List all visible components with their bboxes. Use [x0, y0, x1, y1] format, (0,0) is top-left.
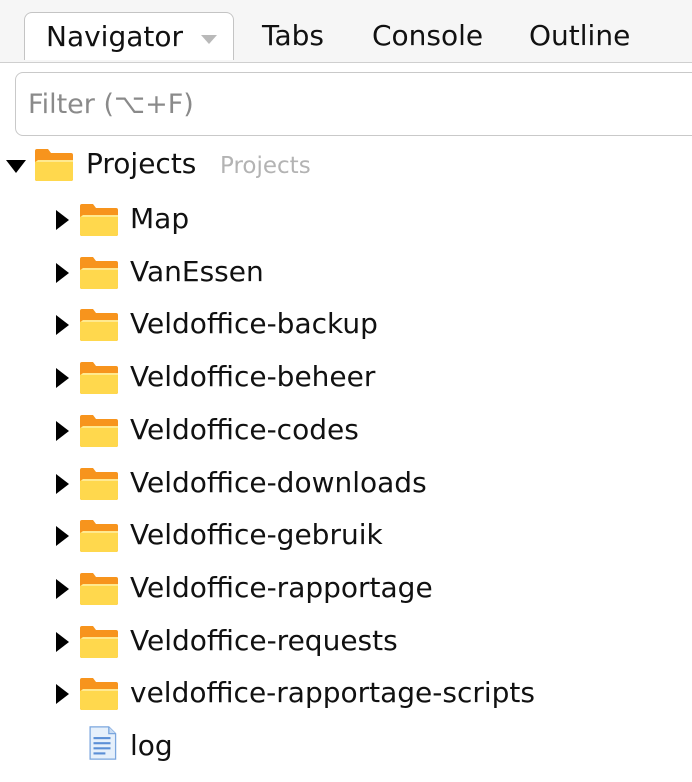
folder-icon — [79, 677, 119, 711]
disclosure-closed-icon[interactable] — [56, 315, 69, 336]
tree-item-label: VanEssen — [130, 254, 264, 288]
disclosure-closed-icon[interactable] — [56, 684, 69, 705]
tab-bar: Navigator Tabs Console Outline — [0, 0, 692, 63]
tree-item[interactable]: Veldoffice-beheer — [0, 360, 692, 413]
tab-label: Console — [372, 19, 484, 52]
tree-item[interactable]: VanEssen — [0, 254, 692, 308]
folder-icon — [34, 148, 74, 182]
tree-item[interactable]: Veldoffice-requests — [0, 623, 692, 677]
tree-item-label: Veldoffice-gebruik — [130, 518, 383, 552]
tree-item[interactable]: Veldoffice-gebruik — [0, 518, 692, 571]
tree-item-label: veldoffice-rapportage-scripts — [130, 676, 535, 710]
tree-item[interactable]: Veldoffice-downloads — [0, 465, 692, 519]
tree-item[interactable]: Veldoffice-codes — [0, 412, 692, 466]
tree-item[interactable]: log — [0, 730, 692, 782]
disclosure-closed-icon[interactable] — [56, 526, 69, 547]
tree-item[interactable]: Veldoffice-backup — [0, 307, 692, 360]
disclosure-open-icon[interactable] — [6, 160, 26, 173]
folder-icon — [79, 361, 119, 395]
tree-item-label: log — [130, 729, 173, 762]
file-icon — [82, 726, 122, 760]
disclosure-closed-icon[interactable] — [56, 420, 69, 441]
tab-console[interactable]: Console — [372, 12, 483, 60]
tree-item-label: Map — [130, 202, 190, 235]
tab-label: Navigator — [46, 20, 184, 53]
folder-icon — [79, 414, 119, 448]
tree-item[interactable]: veldoffice-rapportage-scripts — [0, 676, 692, 729]
tree-item-label: Veldoffice-requests — [130, 623, 398, 657]
tree-item-label: Projects — [86, 147, 197, 180]
tree-item[interactable]: Map — [0, 202, 692, 255]
disclosure-closed-icon[interactable] — [56, 210, 69, 230]
folder-icon — [79, 572, 119, 606]
filter-input[interactable] — [28, 73, 668, 135]
folder-icon — [79, 256, 119, 290]
tab-tabs[interactable]: Tabs — [262, 12, 324, 60]
folder-icon — [79, 203, 119, 237]
tab-navigator[interactable]: Navigator — [24, 12, 234, 60]
disclosure-closed-icon[interactable] — [56, 473, 69, 494]
tree-item-label: Veldoffice-rapportage — [130, 570, 433, 604]
tab-label: Outline — [529, 19, 631, 52]
folder-icon — [79, 308, 119, 342]
tree-item-label: Veldoffice-beheer — [130, 360, 376, 394]
disclosure-closed-icon[interactable] — [56, 262, 69, 283]
tab-label: Tabs — [262, 19, 324, 52]
tab-outline[interactable]: Outline — [529, 12, 630, 60]
tree-item[interactable]: Veldoffice-rapportage — [0, 570, 692, 624]
tree-item-label: Veldoffice-downloads — [130, 465, 427, 499]
disclosure-closed-icon[interactable] — [56, 578, 69, 599]
disclosure-closed-icon[interactable] — [56, 368, 69, 389]
chevron-down-icon[interactable] — [201, 35, 217, 44]
tree-item-sublabel: Projects — [220, 153, 311, 179]
folder-icon — [79, 625, 119, 659]
tree-root-projects[interactable]: Projects Projects — [0, 147, 692, 200]
disclosure-closed-icon[interactable] — [56, 631, 69, 652]
folder-icon — [79, 519, 119, 553]
filter-field — [15, 72, 692, 136]
folder-icon — [79, 467, 119, 501]
tree-item-label: Veldoffice-backup — [130, 307, 378, 341]
tree-item-label: Veldoffice-codes — [130, 412, 359, 446]
